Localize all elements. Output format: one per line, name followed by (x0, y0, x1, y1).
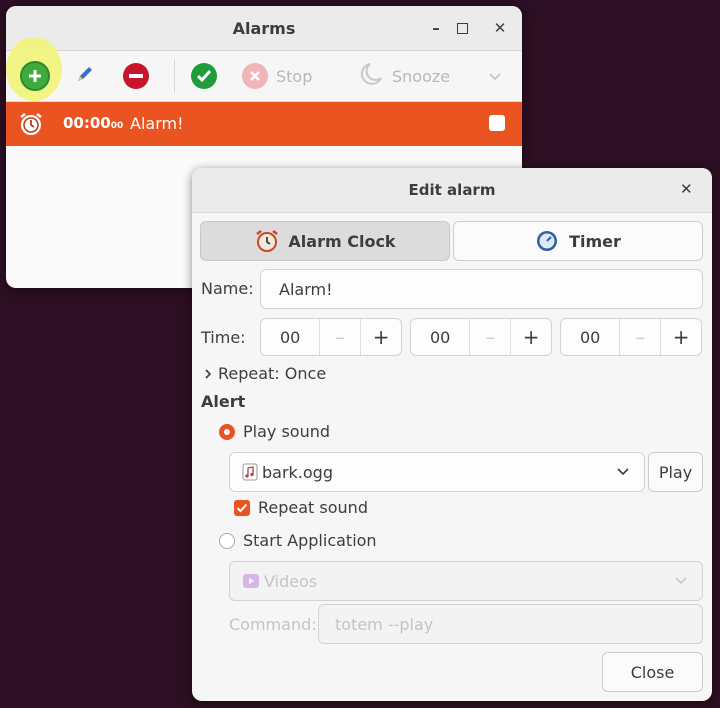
dialog-titlebar: Edit alarm ✕ (192, 168, 712, 213)
edit-alarm-dialog: Edit alarm ✕ Alarm Clock Timer Name: Ala… (192, 168, 712, 701)
repeat-sound-option[interactable]: Repeat sound (234, 498, 368, 517)
close-button[interactable]: Close (602, 652, 703, 692)
application-chooser[interactable]: Videos (229, 561, 703, 601)
start-application-radio[interactable] (219, 532, 235, 549)
hours-value: 00 (279, 327, 301, 347)
application-name: Videos (264, 571, 318, 591)
tab-timer-label: Timer (569, 231, 621, 251)
seconds-increment-button[interactable]: + (660, 319, 701, 355)
alarm-time: 00:0000 (63, 114, 124, 132)
plus-circle-icon (20, 61, 50, 91)
play-button[interactable]: Play (648, 452, 703, 492)
seconds-decrement-button[interactable]: – (619, 319, 660, 355)
pencil-icon (74, 63, 96, 89)
seconds-value: 00 (579, 327, 601, 347)
confirm-alarm-button[interactable] (191, 61, 217, 91)
alert-heading: Alert (201, 392, 246, 411)
play-sound-label: Play sound (243, 422, 331, 441)
toolbar-separator (174, 59, 175, 93)
alarm-name: Alarm! (130, 114, 184, 133)
minutes-decrement-button[interactable]: – (469, 319, 510, 355)
start-application-option[interactable]: Start Application (219, 531, 377, 550)
edit-alarm-button[interactable] (74, 61, 96, 91)
command-input[interactable]: totem --play (318, 604, 703, 644)
close-icon[interactable]: ✕ (488, 16, 512, 40)
moon-icon (356, 61, 384, 91)
alarm-list-item[interactable]: 00:0000 Alarm! (6, 102, 522, 146)
snooze-dropdown[interactable] (488, 61, 502, 91)
close-button-label: Close (630, 662, 675, 682)
minus-circle-icon (123, 63, 149, 89)
chevron-down-icon (674, 576, 688, 586)
tab-alarm-clock-label: Alarm Clock (288, 231, 396, 251)
add-alarm-button[interactable] (20, 61, 50, 91)
snooze-label: Snooze (392, 66, 451, 86)
hours-decrement-button[interactable]: – (319, 319, 360, 355)
command-value: totem --play (335, 614, 434, 634)
snooze-button[interactable]: Snooze (356, 61, 450, 91)
minutes-spinner[interactable]: 00 – + (410, 318, 552, 356)
minimize-icon[interactable]: – (424, 16, 448, 40)
alarm-enabled-checkbox[interactable] (489, 115, 505, 131)
name-label: Name: (201, 279, 254, 298)
tab-alarm-clock[interactable]: Alarm Clock (200, 221, 450, 261)
play-sound-option[interactable]: Play sound (219, 422, 330, 441)
repeat-sound-checkbox[interactable] (234, 499, 250, 516)
tab-timer[interactable]: Timer (453, 221, 703, 261)
stop-button[interactable]: Stop (242, 61, 312, 91)
stopwatch-icon (535, 229, 559, 253)
start-application-label: Start Application (243, 531, 377, 550)
alarms-titlebar: Alarms – ✕ (6, 6, 522, 51)
check-circle-icon (191, 63, 217, 89)
repeat-expander[interactable]: Repeat: Once (204, 364, 326, 383)
maximize-icon[interactable] (450, 16, 474, 40)
play-button-label: Play (658, 462, 693, 482)
dialog-title: Edit alarm (408, 181, 496, 199)
seconds-spinner[interactable]: 00 – + (560, 318, 702, 356)
stop-label: Stop (276, 66, 313, 86)
repeat-label: Repeat: Once (218, 364, 327, 383)
videos-app-icon (242, 572, 260, 590)
music-file-icon (242, 463, 258, 481)
time-label: Time: (201, 328, 246, 347)
minutes-value: 00 (429, 327, 451, 347)
minutes-increment-button[interactable]: + (510, 319, 551, 355)
name-input-value: Alarm! (279, 279, 333, 299)
window-title: Alarms (232, 18, 296, 38)
alarm-clock-icon (254, 228, 280, 254)
remove-alarm-button[interactable] (123, 61, 149, 91)
dialog-close-icon[interactable]: ✕ (680, 180, 693, 198)
hours-spinner[interactable]: 00 – + (260, 318, 402, 356)
chevron-down-icon (488, 67, 502, 86)
command-label: Command: (229, 615, 317, 634)
play-sound-radio[interactable] (219, 423, 235, 440)
alarm-clock-icon (18, 111, 44, 141)
chevron-right-icon (204, 368, 212, 380)
stop-circle-icon (242, 63, 268, 89)
repeat-sound-label: Repeat sound (258, 498, 368, 517)
chevron-down-icon (616, 467, 630, 477)
sound-file-chooser[interactable]: bark.ogg (229, 452, 645, 492)
sound-file-name: bark.ogg (262, 462, 333, 482)
hours-increment-button[interactable]: + (360, 319, 401, 355)
name-input[interactable]: Alarm! (260, 269, 703, 309)
alarms-toolbar: Stop Snooze (6, 37, 522, 102)
